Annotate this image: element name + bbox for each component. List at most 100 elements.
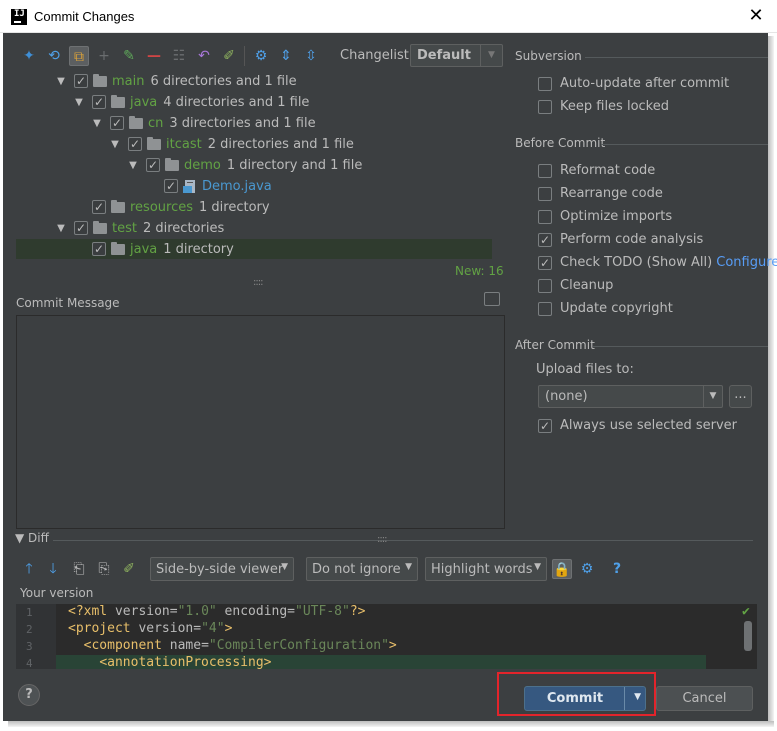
previous-file-icon[interactable]: ⎗	[69, 559, 89, 579]
include-checkbox[interactable]: ✓	[74, 221, 88, 235]
help-button[interactable]: ?	[18, 684, 40, 706]
splitter-grip[interactable]: ::::	[377, 534, 388, 545]
reformat-checkbox[interactable]	[538, 164, 552, 178]
next-difference-icon[interactable]: 🡓	[43, 559, 63, 579]
node-name: resources	[130, 200, 194, 215]
after-commit-header: After Commit	[515, 338, 595, 352]
include-checkbox[interactable]: ✓	[92, 95, 106, 109]
diff-editor[interactable]: 1 2 3 4 <?xml version="1.0" encoding="UT…	[16, 604, 757, 669]
commit-message-label: Commit Message	[16, 296, 120, 310]
tree-node[interactable]: ✓ resources 1 directory	[16, 197, 492, 218]
tree-node-label: java 1 directory	[130, 239, 234, 259]
node-name: cn	[148, 116, 164, 131]
group-by-icon[interactable]: ☷	[169, 46, 189, 66]
settings-icon[interactable]: ⚙	[251, 46, 271, 66]
configure-link[interactable]: Configure	[716, 255, 777, 270]
highlight-mode-select[interactable]: Highlight words ▼	[425, 557, 547, 581]
include-checkbox[interactable]: ✓	[92, 200, 106, 214]
expand-arrow-icon[interactable]: ▼	[55, 218, 67, 239]
node-count: 2 directories	[142, 221, 225, 236]
configure-servers-button[interactable]: ...	[729, 385, 752, 408]
upload-files-label: Upload files to:	[536, 362, 634, 377]
remove-icon[interactable]: —	[144, 46, 164, 66]
expand-arrow-icon[interactable]: ▼	[91, 113, 103, 134]
expand-arrow-icon[interactable]: ▼	[109, 134, 121, 155]
section-divider	[53, 540, 753, 541]
tree-node[interactable]: ✓ Demo.java	[16, 176, 492, 197]
collapse-all-icon[interactable]: ⇳	[301, 46, 321, 66]
add-icon[interactable]: +	[94, 46, 114, 66]
expand-arrow-icon[interactable]: ▼	[73, 92, 85, 113]
node-name: Demo.java	[202, 179, 272, 194]
close-window-button[interactable]: ✕	[745, 5, 767, 27]
splitter-grip[interactable]: ::::	[253, 277, 264, 288]
refresh-icon[interactable]: ⟲	[44, 46, 64, 66]
edit-source-icon[interactable]: ✐	[119, 559, 139, 579]
option-label: Optimize imports	[560, 209, 673, 224]
folder-icon	[165, 158, 179, 171]
tree-node-selected[interactable]: ✓ java 1 directory	[16, 239, 492, 259]
java-file-icon	[183, 180, 195, 193]
help-icon[interactable]: ?	[607, 559, 627, 579]
changes-tree: ▼ ✓ main 6 directories and 1 file ▼ ✓ jav…	[16, 71, 506, 259]
check-todo-checkbox[interactable]: ✓	[538, 256, 552, 270]
viewer-mode-select[interactable]: Side-by-side viewer ▼	[150, 557, 294, 581]
include-checkbox[interactable]: ✓	[92, 242, 106, 256]
cleanup-checkbox[interactable]	[538, 279, 552, 293]
diff-label: Diff	[28, 531, 49, 545]
expand-all-icon[interactable]: ⇕	[276, 46, 296, 66]
line-number-gutter: 1 2 3 4	[16, 604, 56, 669]
option-label: Auto-update after commit	[560, 76, 730, 91]
option-label: Perform code analysis	[560, 232, 704, 247]
jump-to-source-icon[interactable]: ✎	[119, 46, 139, 66]
diff-section-toggle[interactable]: ▼ Diff	[15, 531, 49, 545]
optimize-imports-checkbox[interactable]	[538, 210, 552, 224]
lock-icon[interactable]: 🔒	[552, 559, 572, 579]
node-name: java	[130, 242, 158, 257]
settings-icon[interactable]: ⚙	[577, 559, 597, 579]
tree-node-label: cn 3 directories and 1 file	[148, 113, 316, 134]
editor-scrollbar[interactable]	[744, 621, 752, 651]
node-count: 4 directories and 1 file	[163, 95, 310, 110]
tree-node[interactable]: ▼ ✓ java 4 directories and 1 file	[16, 92, 492, 113]
tree-node[interactable]: ▼ ✓ demo 1 directory and 1 file	[16, 155, 492, 176]
include-checkbox[interactable]: ✓	[74, 74, 88, 88]
keep-locked-checkbox[interactable]	[538, 100, 552, 114]
option-label: Rearrange code	[560, 186, 663, 201]
code-analysis-checkbox[interactable]: ✓	[538, 233, 552, 247]
message-history-icon[interactable]	[484, 292, 500, 306]
tree-node[interactable]: ▼ ✓ cn 3 directories and 1 file	[16, 113, 492, 134]
always-use-checkbox[interactable]: ✓	[538, 419, 552, 433]
cancel-button[interactable]: Cancel	[656, 686, 753, 711]
changelist-select[interactable]: Default ▼	[410, 44, 503, 67]
commit-message-input[interactable]	[16, 315, 505, 529]
chevron-down-icon: ▼	[703, 386, 722, 407]
tree-node[interactable]: ▼ ✓ main 6 directories and 1 file	[16, 71, 492, 92]
move-icon[interactable]: ✦	[19, 46, 39, 66]
line-number: 4	[26, 657, 33, 669]
rearrange-checkbox[interactable]	[538, 187, 552, 201]
chevron-down-icon[interactable]: ▼	[634, 692, 641, 702]
your-version-label: Your version	[20, 586, 94, 600]
chevron-down-icon: ▼	[281, 562, 288, 572]
previous-difference-icon[interactable]: 🡑	[19, 559, 39, 579]
revert-icon[interactable]: ↶	[194, 46, 214, 66]
expand-arrow-icon[interactable]: ▼	[55, 71, 67, 92]
auto-update-checkbox[interactable]	[538, 77, 552, 91]
include-checkbox[interactable]: ✓	[110, 116, 124, 130]
show-diff-icon[interactable]: ⧉	[69, 46, 89, 66]
folder-icon	[93, 74, 107, 87]
expand-arrow-icon[interactable]: ▼	[127, 155, 139, 176]
include-checkbox[interactable]: ✓	[128, 137, 142, 151]
edit-source-icon[interactable]: ✐	[219, 46, 239, 66]
ignore-policy-select[interactable]: Do not ignore ▼	[306, 557, 418, 581]
include-checkbox[interactable]: ✓	[146, 158, 160, 172]
update-copyright-checkbox[interactable]	[538, 302, 552, 316]
commit-button[interactable]: Commit ▼	[524, 686, 646, 711]
upload-server-select[interactable]: (none) ▼	[538, 385, 723, 408]
next-file-icon[interactable]: ⎘	[94, 559, 114, 579]
tree-node[interactable]: ▼ ✓ test 2 directories	[16, 218, 492, 239]
include-checkbox[interactable]: ✓	[164, 179, 178, 193]
tree-node[interactable]: ▼ ✓ itcast 2 directories and 1 file	[16, 134, 492, 155]
node-count: 2 directories and 1 file	[207, 137, 354, 152]
